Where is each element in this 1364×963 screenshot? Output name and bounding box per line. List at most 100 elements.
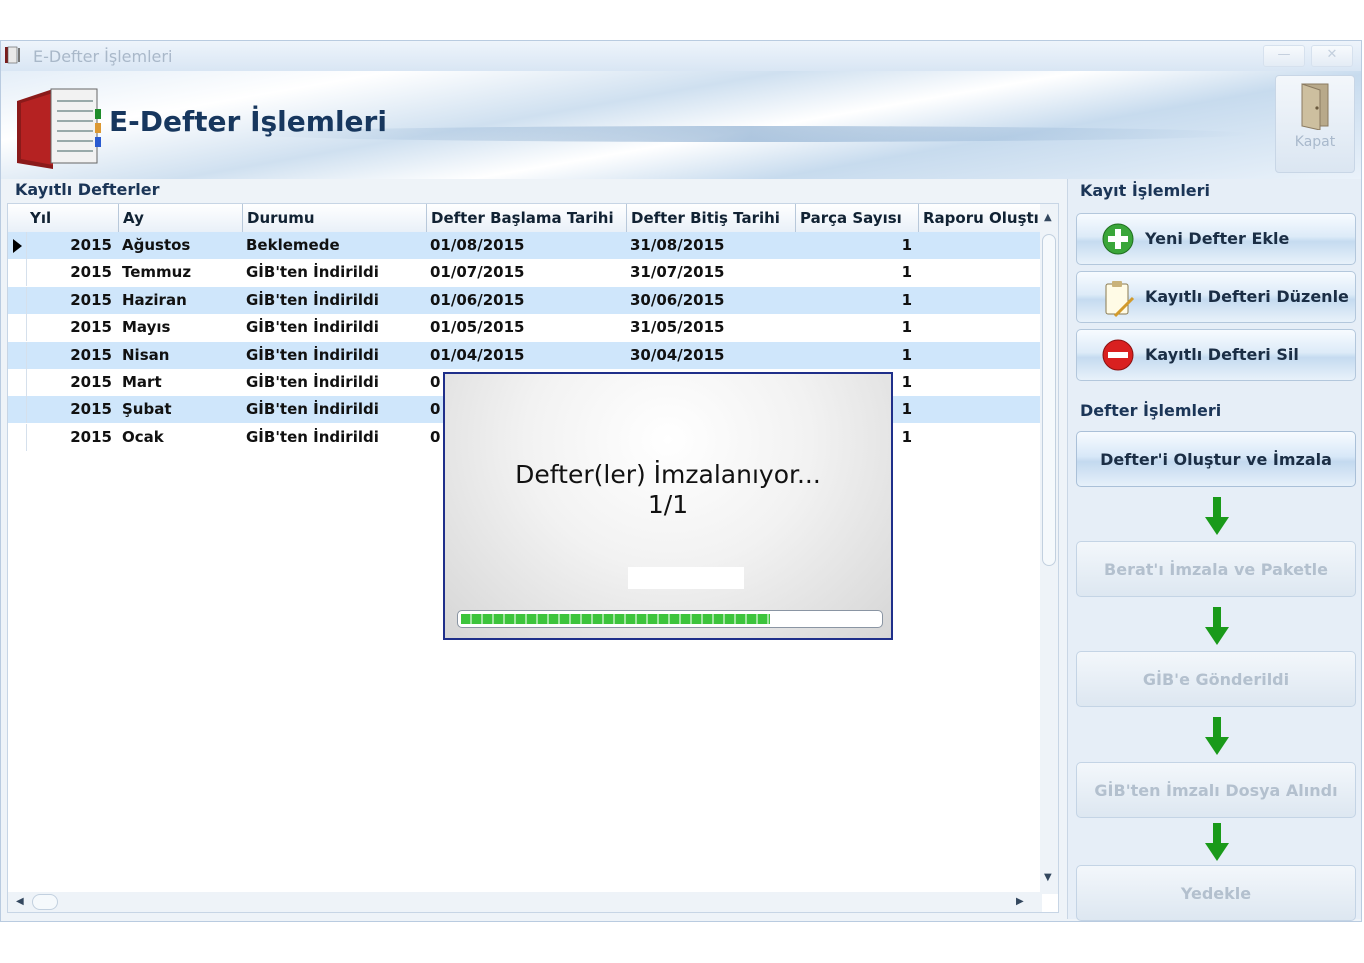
column-header-month[interactable]: Ay bbox=[118, 204, 242, 232]
progress-fill bbox=[461, 614, 770, 624]
scroll-up-icon[interactable]: ▲ bbox=[1044, 212, 1052, 223]
column-header-report[interactable]: Raporu Oluştı bbox=[918, 204, 1040, 232]
cell-report[interactable] bbox=[918, 232, 1040, 259]
close-page-button[interactable]: Kapat bbox=[1275, 75, 1355, 173]
row-indicator[interactable] bbox=[8, 314, 27, 342]
down-arrow-icon bbox=[1205, 497, 1229, 535]
scroll-down-icon[interactable]: ▼ bbox=[1044, 872, 1052, 883]
cell-status[interactable]: GİB'ten İndirildi bbox=[242, 314, 426, 341]
sent-to-gib-button[interactable]: GİB'e Gönderildi bbox=[1076, 651, 1356, 707]
cell-status[interactable]: GİB'ten İndirildi bbox=[242, 287, 426, 314]
row-indicator[interactable] bbox=[8, 369, 27, 396]
cell-year[interactable]: 2015 bbox=[26, 369, 118, 396]
cell-month[interactable]: Temmuz bbox=[118, 259, 242, 286]
cell-month[interactable]: Nisan bbox=[118, 342, 242, 369]
edit-ledger-label: Kayıtlı Defteri Düzenle bbox=[1145, 287, 1349, 306]
cell-part-count[interactable]: 1 bbox=[795, 342, 918, 369]
cell-month[interactable]: Mart bbox=[118, 369, 242, 396]
cell-start-date[interactable]: 01/06/2015 bbox=[426, 287, 626, 314]
create-sign-ledger-button[interactable]: Defter'i Oluştur ve İmzala bbox=[1076, 431, 1356, 487]
cell-report[interactable] bbox=[918, 369, 1040, 396]
horizontal-scroll-thumb[interactable] bbox=[32, 894, 58, 910]
edit-ledger-button[interactable]: Kayıtlı Defteri Düzenle bbox=[1076, 271, 1356, 323]
scroll-right-icon[interactable]: ▶ bbox=[1016, 896, 1024, 907]
close-window-button[interactable]: ✕ bbox=[1311, 45, 1353, 67]
cell-start-date[interactable]: 01/08/2015 bbox=[426, 232, 626, 259]
cell-report[interactable] bbox=[918, 287, 1040, 314]
cell-start-date[interactable]: 01/05/2015 bbox=[426, 314, 626, 341]
column-header-end-date[interactable]: Defter Bitiş Tarihi bbox=[626, 204, 795, 232]
row-indicator[interactable] bbox=[8, 423, 27, 451]
cell-month[interactable]: Haziran bbox=[118, 287, 242, 314]
cell-end-date[interactable]: 31/07/2015 bbox=[626, 259, 795, 286]
cell-end-date[interactable]: 30/04/2015 bbox=[626, 342, 795, 369]
cell-status[interactable]: GİB'ten İndirildi bbox=[242, 369, 426, 396]
actions-panel: Kayıt İşlemleri Yeni Defter Ekle Kayıtlı… bbox=[1067, 179, 1361, 921]
column-header-status[interactable]: Durumu bbox=[242, 204, 426, 232]
scroll-left-icon[interactable]: ◀ bbox=[16, 896, 24, 907]
down-arrow-icon bbox=[1205, 717, 1229, 755]
cell-part-count[interactable]: 1 bbox=[795, 314, 918, 341]
cell-status[interactable]: GİB'ten İndirildi bbox=[242, 424, 426, 451]
cell-end-date[interactable]: 30/06/2015 bbox=[626, 287, 795, 314]
cell-report[interactable] bbox=[918, 314, 1040, 341]
cell-report[interactable] bbox=[918, 259, 1040, 286]
horizontal-scrollbar[interactable]: ◀ ▶ bbox=[8, 892, 1042, 912]
delete-ledger-button[interactable]: Kayıtlı Defteri Sil bbox=[1076, 329, 1356, 381]
add-icon bbox=[1102, 223, 1134, 255]
table-row[interactable]: 2015 Mayıs GİB'ten İndirildi 01/05/2015 31/0… bbox=[8, 314, 1040, 342]
cell-year[interactable]: 2015 bbox=[26, 396, 118, 423]
signed-file-received-button[interactable]: GİB'ten İmzalı Dosya Alındı bbox=[1076, 762, 1356, 818]
cell-status[interactable]: GİB'ten İndirildi bbox=[242, 259, 426, 286]
signing-progress-dialog: Defter(ler) İmzalanıyor... 1/1 bbox=[443, 372, 893, 640]
row-indicator[interactable] bbox=[8, 286, 27, 314]
backup-button[interactable]: Yedekle bbox=[1076, 865, 1356, 921]
row-indicator[interactable] bbox=[8, 341, 27, 369]
sign-package-berat-button[interactable]: Berat'ı İmzala ve Paketle bbox=[1076, 541, 1356, 597]
row-indicator[interactable] bbox=[8, 259, 27, 287]
cell-status[interactable]: GİB'ten İndirildi bbox=[242, 396, 426, 423]
cell-year[interactable]: 2015 bbox=[26, 424, 118, 451]
minimize-button[interactable]: — bbox=[1263, 45, 1305, 67]
table-row[interactable]: 2015 Ağustos Beklemede 01/08/2015 31/08/2015… bbox=[8, 232, 1040, 259]
down-arrow-icon bbox=[1205, 823, 1229, 861]
saved-ledgers-heading: Kayıtlı Defterler bbox=[15, 180, 160, 199]
row-indicator[interactable] bbox=[8, 232, 27, 259]
cell-report[interactable] bbox=[918, 424, 1040, 451]
cell-year[interactable]: 2015 bbox=[26, 314, 118, 341]
cell-year[interactable]: 2015 bbox=[26, 287, 118, 314]
cell-start-date[interactable]: 01/07/2015 bbox=[426, 259, 626, 286]
cell-year[interactable]: 2015 bbox=[26, 232, 118, 259]
grid-header: Yıl Ay Durumu Defter Başlama Tarihi Deft… bbox=[8, 204, 1040, 233]
cell-end-date[interactable]: 31/05/2015 bbox=[626, 314, 795, 341]
cell-part-count[interactable]: 1 bbox=[795, 232, 918, 259]
cell-status[interactable]: GİB'ten İndirildi bbox=[242, 342, 426, 369]
add-ledger-button[interactable]: Yeni Defter Ekle bbox=[1076, 213, 1356, 265]
cell-month[interactable]: Ocak bbox=[118, 424, 242, 451]
cell-year[interactable]: 2015 bbox=[26, 342, 118, 369]
cell-part-count[interactable]: 1 bbox=[795, 287, 918, 314]
cell-end-date[interactable]: 31/08/2015 bbox=[626, 232, 795, 259]
row-indicator[interactable] bbox=[8, 396, 27, 424]
table-row[interactable]: 2015 Nisan GİB'ten İndirildi 01/04/2015 30/0… bbox=[8, 341, 1040, 369]
down-arrow-icon bbox=[1205, 607, 1229, 645]
delete-ledger-label: Kayıtlı Defteri Sil bbox=[1145, 345, 1299, 364]
table-row[interactable]: 2015 Haziran GİB'ten İndirildi 01/06/2015 30… bbox=[8, 286, 1040, 314]
column-header-start-date[interactable]: Defter Başlama Tarihi bbox=[426, 204, 626, 232]
cell-month[interactable]: Ağustos bbox=[118, 232, 242, 259]
cell-report[interactable] bbox=[918, 396, 1040, 423]
window-title: E-Defter İşlemleri bbox=[33, 47, 173, 66]
dialog-counter: 1/1 bbox=[647, 490, 689, 519]
cell-report[interactable] bbox=[918, 342, 1040, 369]
cell-part-count[interactable]: 1 bbox=[795, 259, 918, 286]
column-header-year[interactable]: Yıl bbox=[26, 204, 118, 232]
cell-year[interactable]: 2015 bbox=[26, 259, 118, 286]
vertical-scroll-thumb[interactable] bbox=[1042, 234, 1056, 566]
cell-start-date[interactable]: 01/04/2015 bbox=[426, 342, 626, 369]
vertical-scrollbar[interactable]: ▲ ▼ bbox=[1040, 204, 1058, 894]
table-row[interactable]: 2015 Temmuz GİB'ten İndirildi 01/07/2015 31/… bbox=[8, 259, 1040, 287]
cell-month[interactable]: Mayıs bbox=[118, 314, 242, 341]
cell-month[interactable]: Şubat bbox=[118, 396, 242, 423]
cell-status[interactable]: Beklemede bbox=[242, 232, 426, 259]
column-header-part-count[interactable]: Parça Sayısı bbox=[795, 204, 918, 232]
